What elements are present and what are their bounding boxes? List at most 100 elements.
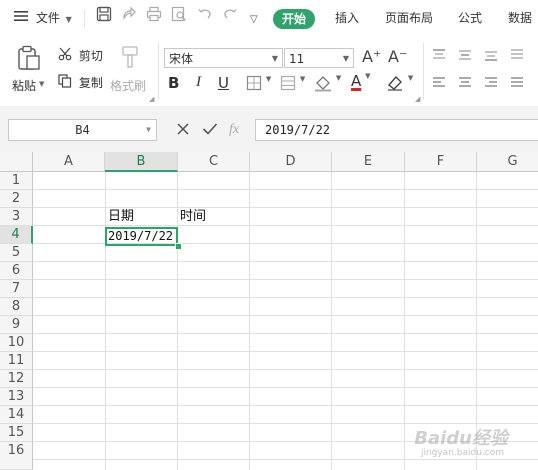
- column-header-f[interactable]: F: [405, 152, 477, 172]
- row-header-16[interactable]: 16: [0, 442, 33, 470]
- print-button[interactable]: [146, 0, 162, 37]
- paste-button[interactable]: 粘贴 ▼: [12, 45, 44, 95]
- align-center-icon: [458, 76, 472, 93]
- tab-home[interactable]: 开始: [273, 9, 316, 29]
- row-header-7[interactable]: 7: [0, 280, 33, 298]
- file-menu[interactable]: 文件 ▼: [14, 0, 72, 37]
- align-middle-button[interactable]: [458, 48, 472, 65]
- row-header-2[interactable]: 2: [0, 190, 33, 208]
- row-header-13[interactable]: 13: [0, 388, 33, 406]
- format-painter-icon: [120, 45, 140, 72]
- grid-line: [33, 189, 538, 190]
- tab-page-layout[interactable]: 页面布局: [385, 0, 433, 37]
- redo-button[interactable]: [222, 0, 238, 37]
- align-extra-button[interactable]: [510, 48, 524, 65]
- tab-data[interactable]: 数据: [508, 0, 532, 37]
- align-justify-icon: [510, 48, 524, 65]
- row-header-8[interactable]: 8: [0, 298, 33, 316]
- active-cell-outline: [105, 227, 178, 246]
- font-group-launcher[interactable]: ◢: [415, 95, 420, 103]
- formula-input[interactable]: 2019/7/22: [255, 119, 538, 141]
- quick-access-dropdown[interactable]: ▽: [250, 0, 258, 37]
- chevron-down-icon: ▼: [65, 15, 72, 24]
- cell-c3[interactable]: 时间: [180, 208, 206, 226]
- column-header-c[interactable]: C: [178, 152, 250, 172]
- menu-bar: 文件 ▼ ▽ 开始 插入 页面布局 公式 数据: [0, 0, 538, 38]
- grid-line: [177, 172, 178, 470]
- tab-insert[interactable]: 插入: [335, 0, 359, 37]
- confirm-entry-button[interactable]: [202, 119, 218, 141]
- row-header-14[interactable]: 14: [0, 406, 33, 424]
- column-header-b[interactable]: B: [105, 152, 178, 172]
- cell-b3[interactable]: 日期: [108, 208, 134, 226]
- format-painter-button[interactable]: 格式刷: [110, 45, 150, 95]
- underline-button[interactable]: U: [218, 74, 229, 92]
- shrink-font-button[interactable]: A⁻: [388, 46, 407, 68]
- print-preview-button[interactable]: [171, 0, 187, 37]
- chevron-down-icon: ▼: [299, 75, 306, 83]
- separator: [84, 10, 85, 28]
- cut-label: 剪切: [78, 49, 103, 63]
- grow-font-button[interactable]: A⁺: [362, 46, 381, 68]
- row-header-6[interactable]: 6: [0, 262, 33, 280]
- column-header-g[interactable]: G: [477, 152, 538, 172]
- grid-line: [33, 279, 538, 280]
- tab-formulas[interactable]: 公式: [458, 0, 482, 37]
- row-header-1[interactable]: 1: [0, 172, 33, 190]
- row-header-15[interactable]: 15: [0, 424, 33, 442]
- clear-button[interactable]: ▼: [386, 74, 413, 95]
- cut-button[interactable]: 剪切: [58, 47, 103, 65]
- cancel-entry-button[interactable]: [176, 119, 190, 141]
- row-header-10[interactable]: 10: [0, 334, 33, 352]
- close-icon: [176, 120, 190, 142]
- copy-button[interactable]: 复制: [58, 74, 103, 92]
- row-header-4[interactable]: 4: [0, 226, 33, 244]
- chevron-down-icon: ▼: [271, 54, 278, 63]
- column-header-d[interactable]: D: [250, 152, 332, 172]
- fill-color-button[interactable]: ▼: [314, 74, 341, 95]
- font-size-select[interactable]: 11 ▼: [284, 48, 354, 68]
- undo-button[interactable]: [197, 0, 213, 37]
- align-center-button[interactable]: [458, 76, 472, 93]
- cell-style-button[interactable]: ▼: [280, 75, 305, 94]
- save-button[interactable]: [96, 0, 112, 37]
- shrink-font-icon: A⁻: [388, 47, 408, 66]
- align-bottom-button[interactable]: [484, 48, 498, 65]
- row-header-5[interactable]: 5: [0, 244, 33, 262]
- undo-special-button[interactable]: [121, 0, 137, 37]
- insert-function-button[interactable]: fx: [229, 119, 239, 141]
- clipboard-group-launcher[interactable]: ◢: [149, 95, 154, 103]
- fill-handle[interactable]: [175, 243, 182, 250]
- align-left-icon: [432, 76, 446, 93]
- print-icon: [146, 0, 162, 37]
- italic-button[interactable]: I: [196, 74, 201, 91]
- bold-label: B: [168, 74, 180, 92]
- redo-icon: [222, 0, 238, 37]
- align-left-button[interactable]: [432, 76, 446, 93]
- align-top-icon: [432, 48, 446, 65]
- column-header-e[interactable]: E: [332, 152, 405, 172]
- select-all-corner[interactable]: [0, 152, 33, 172]
- borders-button[interactable]: ▼: [246, 75, 271, 94]
- name-box[interactable]: B4 ▼: [8, 119, 157, 141]
- justify-button[interactable]: [510, 76, 524, 93]
- align-right-button[interactable]: [484, 76, 498, 93]
- row-header-3[interactable]: 3: [0, 208, 33, 226]
- align-top-button[interactable]: [432, 48, 446, 65]
- scissors-icon: [58, 47, 72, 66]
- font-color-button[interactable]: A ▼: [351, 72, 370, 90]
- chevron-down-icon: ▼: [407, 74, 414, 82]
- font-color-label: A: [351, 72, 362, 90]
- baidu-watermark-logo: Baidu经验 jingyan.baidu.com: [388, 420, 538, 470]
- chevron-down-icon: ▼: [365, 72, 371, 80]
- font-name-value: 宋体: [169, 52, 194, 66]
- bold-button[interactable]: B: [168, 74, 179, 92]
- font-name-select[interactable]: 宋体 ▼: [164, 48, 283, 68]
- chevron-down-icon: ▽: [250, 14, 258, 25]
- paste-icon: [17, 45, 41, 74]
- column-header-a[interactable]: A: [33, 152, 105, 172]
- row-header-9[interactable]: 9: [0, 316, 33, 334]
- row-header-12[interactable]: 12: [0, 370, 33, 388]
- cell-style-icon: [280, 75, 296, 94]
- row-header-11[interactable]: 11: [0, 352, 33, 370]
